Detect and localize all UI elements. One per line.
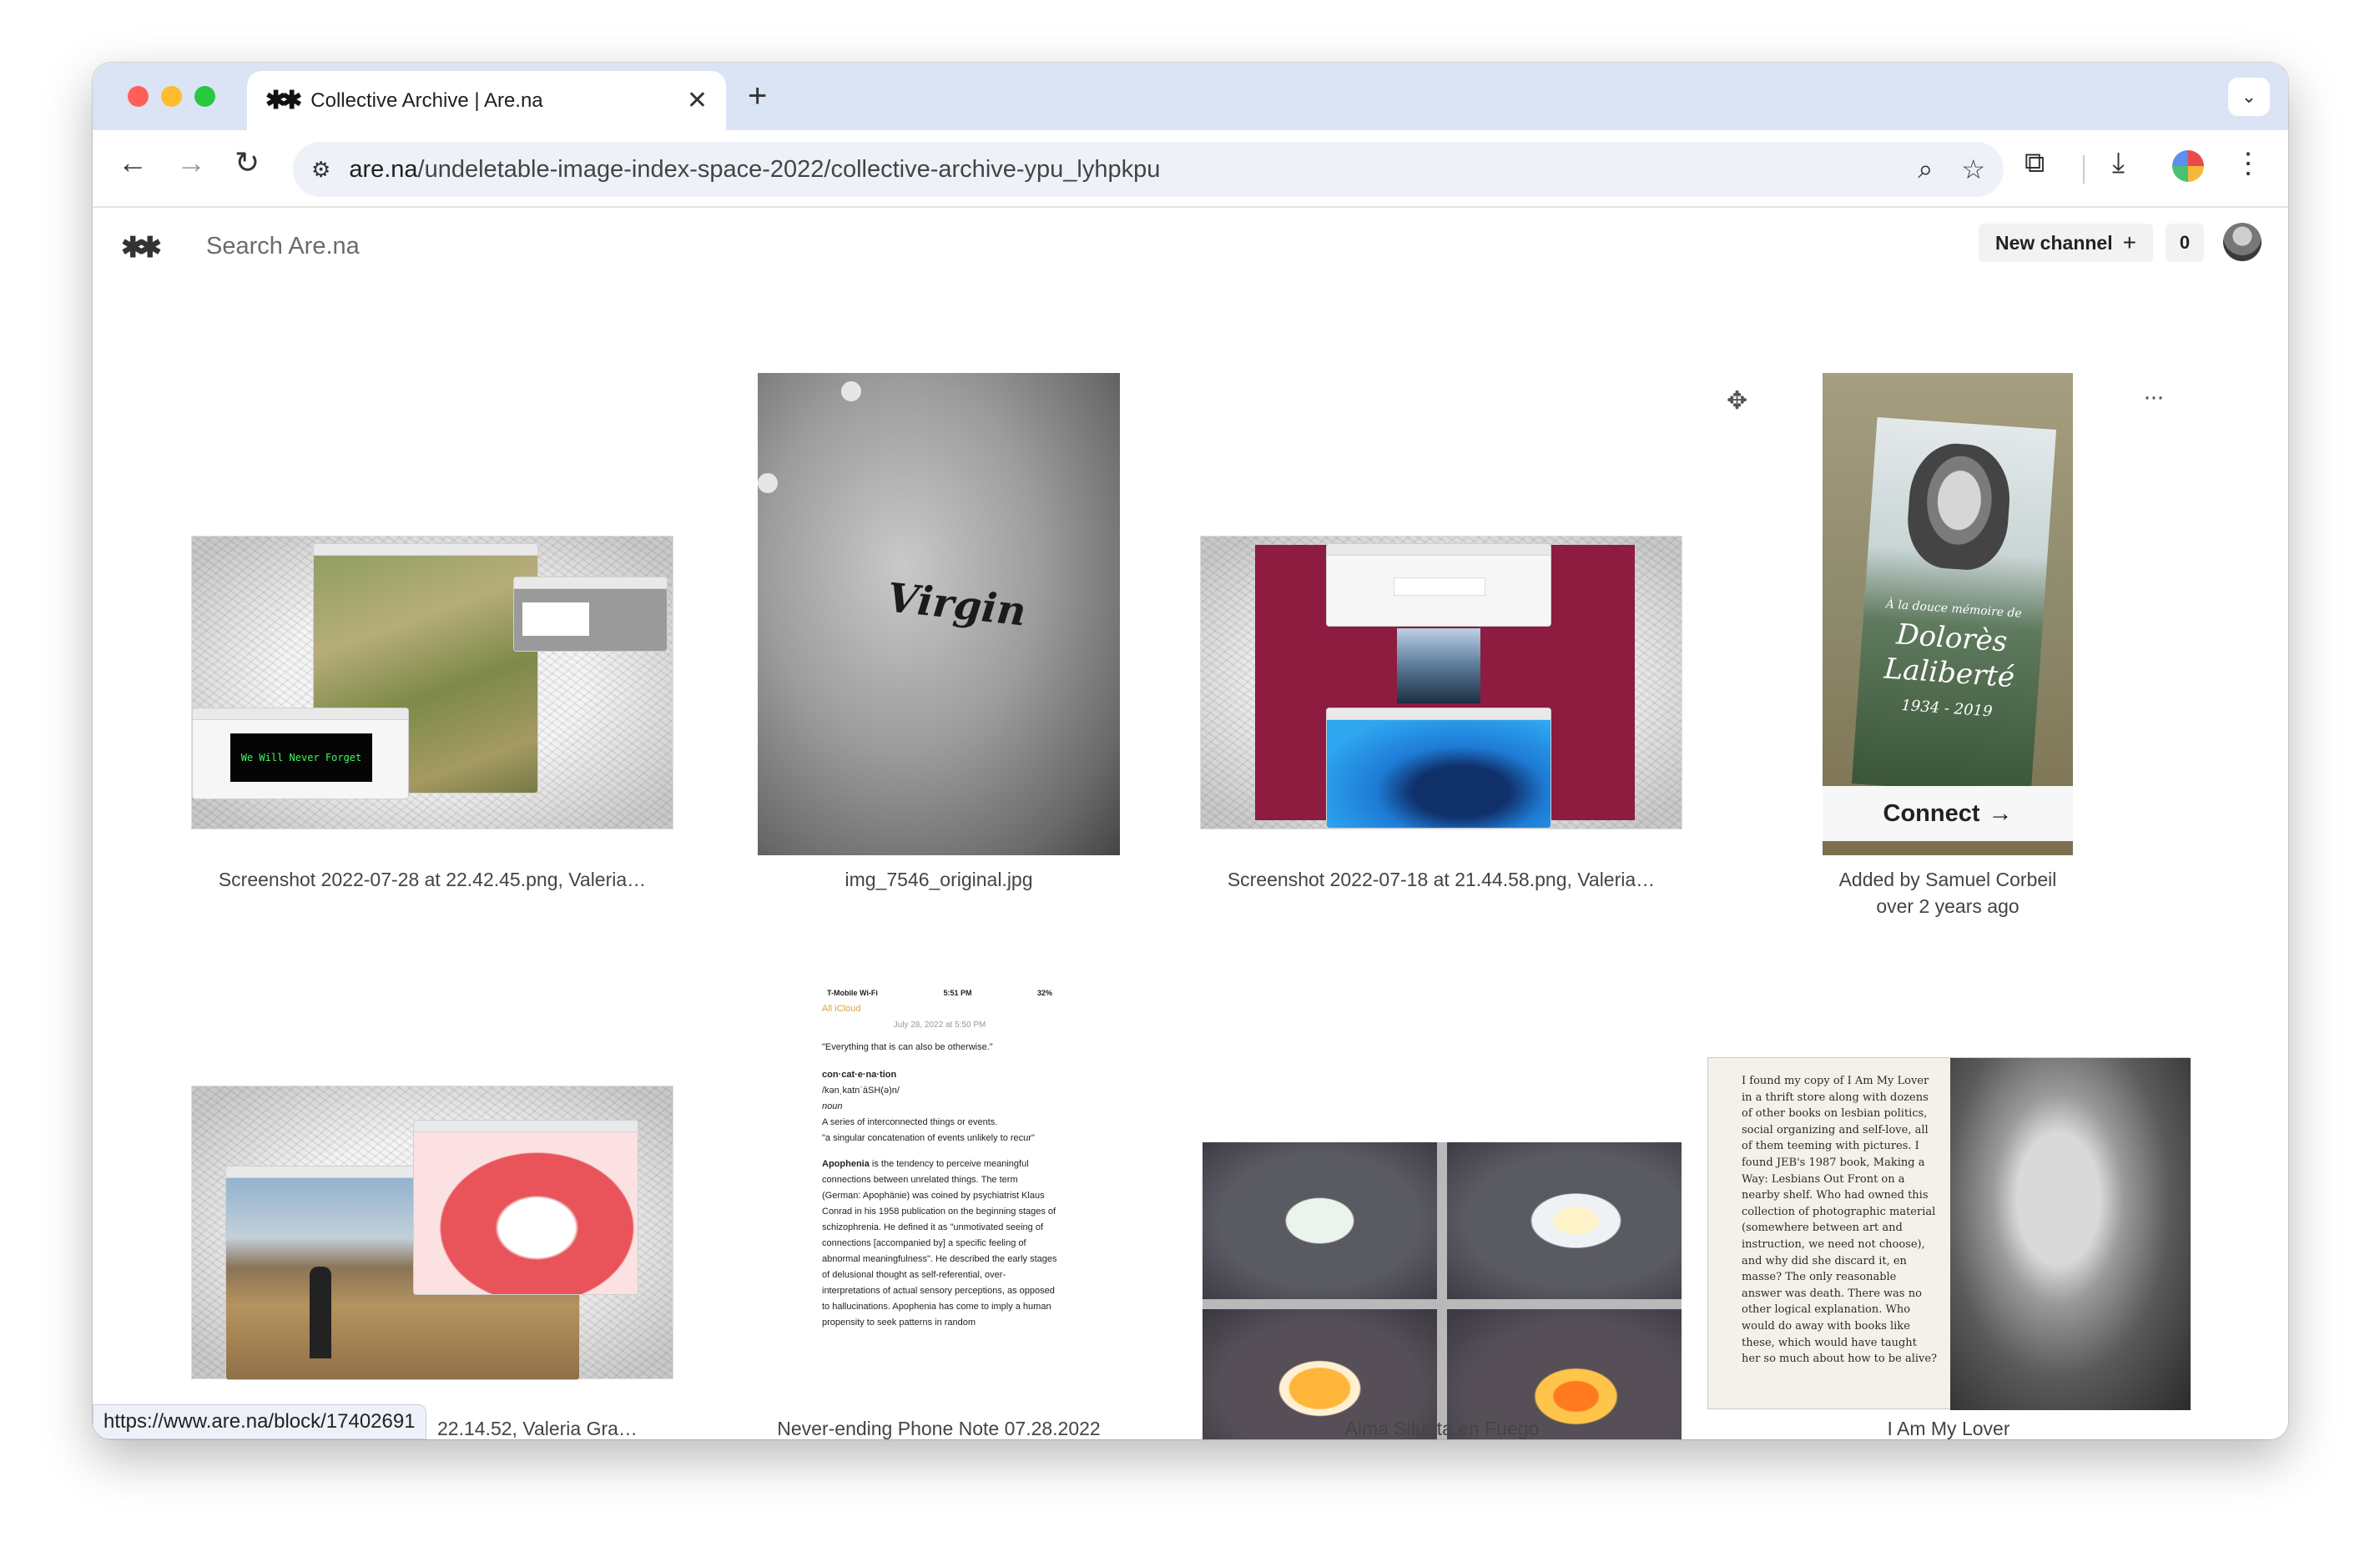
- user-avatar[interactable]: [2223, 223, 2262, 261]
- move-block-icon[interactable]: ✥: [1727, 386, 1747, 416]
- block-caption[interactable]: Alma Silueta en Fuego: [1203, 1418, 1682, 1439]
- block-caption[interactable]: Never-ending Phone Note 07.28.2022: [758, 1418, 1120, 1439]
- shirt-embroidery-text: Virgin: [885, 574, 1029, 636]
- new-channel-button[interactable]: New channel +: [1979, 224, 2153, 262]
- block-screenshot-2[interactable]: [1200, 536, 1682, 829]
- minimize-window-button[interactable]: [161, 86, 182, 107]
- tab-active[interactable]: ✱✱ Collective Archive | Are.na ✕: [247, 71, 726, 130]
- portrait-photo: [1904, 441, 2014, 573]
- block-phone-note[interactable]: T-Mobile Wi-Fi 5:51 PM 32% All iCloud Ju…: [810, 985, 1069, 1436]
- block-added-time: over 2 years ago: [1876, 895, 2019, 917]
- toolbar-divider: [2083, 155, 2085, 184]
- profile-avatar-icon[interactable]: [2172, 150, 2204, 182]
- url-text[interactable]: are.na/undeletable-image-index-space-202…: [349, 156, 1889, 184]
- plus-icon: +: [2122, 229, 2136, 255]
- forward-arrow-icon[interactable]: →: [176, 145, 206, 180]
- block-screenshot-1[interactable]: We Will Never Forget: [191, 536, 673, 829]
- maximize-window-button[interactable]: [194, 86, 215, 107]
- block-caption[interactable]: img_7546_original.jpg: [758, 869, 1120, 891]
- site-settings-icon[interactable]: ⚙: [311, 157, 330, 183]
- block-caption[interactable]: Screenshot 2022-07-28 at 22.42.45.png, V…: [191, 869, 673, 891]
- block-image-alma-silueta[interactable]: [1203, 1142, 1682, 1439]
- extensions-puzzle-icon[interactable]: ⧉: [2025, 147, 2045, 179]
- arena-page: ✱✱ Search Are.na New channel + 0 We Will…: [93, 208, 2288, 1439]
- reload-icon[interactable]: ↻: [234, 145, 260, 180]
- new-channel-label: New channel: [1995, 231, 2113, 254]
- arena-favicon-icon: ✱✱: [265, 87, 302, 114]
- block-added-by: Added by Samuel Corbeil: [1838, 869, 2057, 890]
- more-options-icon[interactable]: ···: [2143, 383, 2165, 411]
- terminal-text: We Will Never Forget: [230, 733, 372, 782]
- zoom-icon[interactable]: ⌕: [1918, 154, 1933, 185]
- bookmark-star-icon[interactable]: ☆: [1961, 154, 1985, 185]
- block-image-book[interactable]: I found my copy of I Am My Lover in a th…: [1707, 1057, 2191, 1410]
- status-url-bubble: https://www.are.na/block/17402691: [93, 1404, 426, 1439]
- kebab-menu-icon[interactable]: ⋮: [2234, 147, 2262, 180]
- tab-close-icon[interactable]: ✕: [687, 86, 708, 115]
- inner-window-underwater: [1326, 708, 1551, 829]
- inner-window-red-sketch: [413, 1120, 638, 1295]
- tab-bar: ✱✱ Collective Archive | Are.na ✕ + ⌄: [93, 63, 2288, 130]
- notification-count-badge[interactable]: 0: [2166, 224, 2204, 262]
- address-bar[interactable]: ⚙ are.na/undeletable-image-index-space-2…: [293, 142, 2004, 197]
- inner-window-dialog: [1326, 543, 1551, 627]
- browser-window: ✱✱ Collective Archive | Are.na ✕ + ⌄ ← →…: [93, 63, 2288, 1439]
- block-screenshot-3[interactable]: [191, 1086, 673, 1380]
- arena-logo-icon[interactable]: ✱✱: [121, 231, 162, 265]
- download-icon[interactable]: ⤓: [2112, 147, 2125, 179]
- book-page-text: I found my copy of I Am My Lover in a th…: [1742, 1075, 1938, 1366]
- block-image-shirt[interactable]: Virgin: [758, 373, 1120, 855]
- site-search-input[interactable]: Search Are.na: [206, 233, 360, 260]
- back-all-icloud: All iCloud: [822, 1004, 861, 1014]
- tab-title: Collective Archive | Are.na: [310, 88, 543, 112]
- new-tab-button[interactable]: +: [748, 78, 767, 115]
- block-image-memorial-card[interactable]: À la douce mémoire de Dolorès Laliberté …: [1823, 373, 2073, 855]
- browser-toolbar: ← → ↻ ⚙ are.na/undeletable-image-index-s…: [93, 130, 2288, 208]
- connect-label: Connect: [1883, 799, 1980, 827]
- inner-window-note: [513, 577, 668, 652]
- inner-window-terminal: We Will Never Forget: [192, 708, 409, 799]
- block-caption[interactable]: I Am My Lover: [1707, 1418, 2190, 1439]
- connect-button[interactable]: Connect →: [1823, 786, 2073, 841]
- card-text-years: 1934 - 2019: [1900, 696, 1994, 721]
- close-window-button[interactable]: [128, 86, 149, 107]
- book-photo: [1950, 1058, 2191, 1410]
- tab-search-button[interactable]: ⌄: [2228, 78, 2270, 116]
- back-arrow-icon[interactable]: ←: [118, 145, 148, 180]
- block-caption[interactable]: Screenshot 2022-07-18 at 21.44.58.png, V…: [1200, 869, 1682, 891]
- arrow-right-icon: →: [1988, 799, 2013, 827]
